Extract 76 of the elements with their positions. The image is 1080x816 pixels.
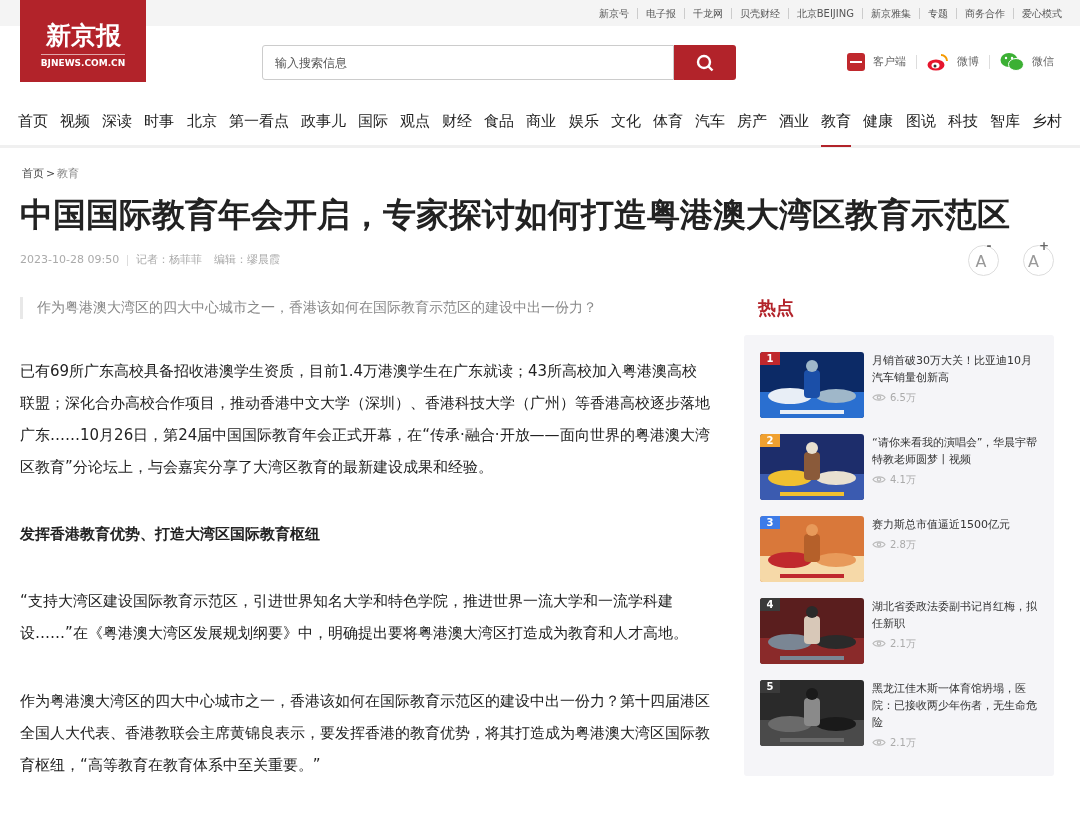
article-paragraph: 作为粤港澳大湾区的四大中心城市之一，香港该如何在国际教育示范区的建设中出一份力？第十四届港区全国人大代表、香港教联会主席黄锦良表示，要发挥香港的教育优势，将其打造成为粤港澳大湾区国际教育枢纽，“高等教育在教育体系中至关重要。” <box>20 690 711 776</box>
hot-item-title[interactable]: “请你来看我的演唱会”，华晨宇帮特教老师圆梦丨视频 <box>872 433 1038 468</box>
header-link[interactable]: 微信 <box>1032 53 1054 71</box>
app-icon[interactable] <box>847 53 865 71</box>
article-title: 中国国际教育年会开启，专家探讨如何打造粤港澳大湾区教育示范区 <box>19 194 1011 235</box>
nav-tab[interactable]: 商业 <box>526 98 557 147</box>
rank-badge: 2 <box>760 433 780 447</box>
editor-name: 编辑：缪晨霞 <box>214 252 281 269</box>
search-button[interactable] <box>674 45 736 80</box>
breadcrumb-link[interactable]: > <box>46 166 56 183</box>
article-paragraph: 已有69所广东高校具备招收港澳学生资质，目前1.4万港澳学生在广东就读；43所高校加入粤港澳高校联盟；深化合办高校合作项目，推动香港中文大学（深圳）、香港科技大学（广州）等香港高校逐步落地广东……10月26日，第24届中国国际教育年会正式开幕，在“传承·融合·开放——面向世界的粤港澳大湾区教育”分论坛上，与会嘉宾分享了大湾区教育的最新建设成果和经验。 <box>20 360 711 478</box>
top-link[interactable]: 电子报 <box>645 5 676 21</box>
weibo-icon[interactable] <box>927 53 949 71</box>
top-link[interactable]: 千龙网 <box>692 5 723 21</box>
section-heading: 发挥香港教育优势、打造大湾区国际教育枢纽 <box>20 523 321 545</box>
top-link[interactable]: 爱心模式 <box>1022 5 1062 21</box>
nav-tab[interactable]: 智库 <box>989 98 1020 147</box>
nav-tab[interactable]: 第一看点 <box>228 98 289 147</box>
top-link[interactable]: 专题 <box>928 5 948 21</box>
hot-item-title[interactable]: 黑龙江佳木斯一体育馆坍塌，医院：已接收两少年伤者，无生命危险 <box>872 679 1038 731</box>
nav-tab[interactable]: 酒业 <box>779 98 810 147</box>
view-count: 2.1万 <box>890 636 916 651</box>
eye-icon <box>872 737 886 747</box>
search-icon <box>695 52 715 73</box>
view-count: 6.5万 <box>890 390 916 405</box>
nav-tab[interactable]: 房产 <box>737 98 767 147</box>
search-field[interactable]: 输入搜索信息 <box>262 45 674 80</box>
nav-tab[interactable]: 图说 <box>905 98 936 147</box>
eye-icon <box>872 539 886 549</box>
top-link[interactable]: 新京雅集 <box>871 5 911 21</box>
top-link[interactable]: 贝壳财经 <box>739 5 780 21</box>
header-link[interactable]: 客户端 <box>873 53 906 71</box>
wechat-icon[interactable] <box>1000 52 1024 72</box>
breadcrumb-link[interactable]: 首页 <box>22 166 44 183</box>
hot-item-title[interactable]: 月销首破30万大关！比亚迪10月汽车销量创新高 <box>872 351 1038 386</box>
nav-tab[interactable]: 视频 <box>60 98 91 147</box>
hot-item-title[interactable]: 湖北省委政法委副书记肖红梅，拟任新职 <box>872 597 1038 632</box>
nav-tab[interactable]: 深读 <box>102 98 133 147</box>
hot-item-title[interactable]: 赛力斯总市值逼近1500亿元 <box>872 515 1010 533</box>
rank-badge: 4 <box>760 597 780 611</box>
nav-tab[interactable]: 政事儿 <box>300 98 346 147</box>
article-summary: 作为粤港澳大湾区的四大中心城市之一，香港该如何在国际教育示范区的建设中出一份力？ <box>37 298 597 317</box>
rank-badge: 1 <box>760 351 780 365</box>
reporter-name: 记者：杨菲菲 <box>136 252 203 269</box>
header-link[interactable]: 微博 <box>957 53 979 71</box>
nav-tab[interactable]: 健康 <box>863 98 894 147</box>
nav-tab[interactable]: 乡村 <box>1031 98 1062 147</box>
top-link[interactable]: 商务合作 <box>965 5 1005 21</box>
publish-date: 2023-10-28 09:50 <box>20 252 120 269</box>
hot-heading: 热点 <box>758 296 795 319</box>
nav-tab[interactable]: 体育 <box>652 98 683 147</box>
nav-tab[interactable]: 北京 <box>186 98 217 147</box>
nav-tab[interactable]: 汽车 <box>694 98 725 147</box>
article-paragraph: “支持大湾区建设国际教育示范区，引进世界知名大学和特色学院，推进世界一流大学和一流学科建设……”在《粤港澳大湾区发展规划纲要》中，明确提出要将粤港澳大湾区打造成为教育和人才高地。 <box>20 590 689 644</box>
nav-tab[interactable]: 首页 <box>18 98 48 147</box>
view-count: 2.8万 <box>890 537 916 552</box>
rank-badge: 5 <box>760 679 780 693</box>
top-link[interactable]: 新京号 <box>598 5 629 21</box>
eye-icon <box>872 474 886 484</box>
nav-tab[interactable]: 国际 <box>357 98 388 147</box>
nav-tab[interactable]: 食品 <box>484 98 515 147</box>
breadcrumb-link[interactable]: 教育 <box>57 166 80 183</box>
nav-tab[interactable]: 科技 <box>947 98 978 147</box>
view-count: 2.1万 <box>890 735 916 750</box>
nav-tab[interactable]: 娱乐 <box>568 98 599 147</box>
eye-icon <box>872 638 886 648</box>
nav-tab[interactable]: 财经 <box>442 98 473 147</box>
nav-tab[interactable]: 文化 <box>610 98 641 147</box>
nav-tab[interactable]: 教育 <box>821 98 852 147</box>
top-link[interactable]: 北京BEIJING <box>796 5 854 21</box>
logo[interactable]: 新京报 BJNEWS.COM.CN <box>20 0 146 82</box>
rank-badge: 3 <box>760 515 780 529</box>
view-count: 4.1万 <box>890 472 916 487</box>
eye-icon <box>872 392 886 402</box>
nav-tab[interactable]: 观点 <box>400 98 430 147</box>
nav-tab[interactable]: 时事 <box>144 98 175 147</box>
